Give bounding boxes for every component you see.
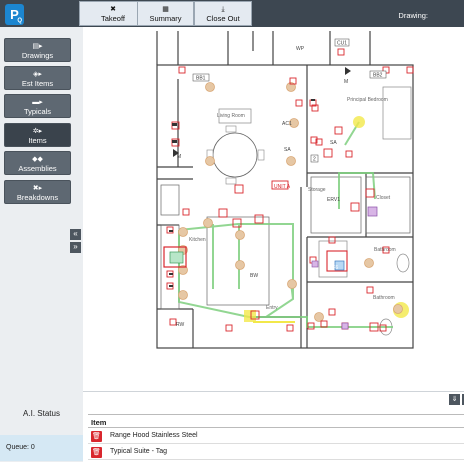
close-out-button[interactable]: ⤓ Close Out — [194, 1, 252, 26]
app-root: PQ ✖ Takeoff ▦ Summary ⤓ Close Out Drawi… — [0, 0, 464, 462]
expand-panel-button[interactable]: » — [70, 242, 81, 253]
trash-icon[interactable]: 🗑 — [91, 431, 102, 442]
tag-unit-a: UNIT A — [274, 184, 291, 190]
tag-rw: RW — [176, 322, 185, 328]
room-label-living: Living Room — [217, 113, 245, 119]
sidebar-item-typicals[interactable]: ▬▸ Typicals — [4, 94, 71, 118]
folder-icon: ▬▸ — [32, 99, 43, 106]
sidebar-item-drawings[interactable]: ▤▸ Drawings — [4, 38, 71, 62]
room-label-kitchen: Kitchen — [189, 237, 206, 243]
tag-wp: WP — [296, 46, 305, 52]
sidebar-item-assemblies[interactable]: ◆◆ Assemblies — [4, 151, 71, 175]
tag-cu1: CU1 — [337, 41, 347, 47]
items-table: Item 🗑 Range Hood Stainless Steel 🗑 Typi… — [88, 414, 464, 462]
cubes-icon: ◆◆ — [32, 156, 43, 163]
room-label-storage: Storage — [308, 187, 326, 193]
tag-m-1: M — [344, 79, 348, 85]
gear-icon: ◈▸ — [33, 71, 42, 78]
room-label-bedroom: Principal Bedroom — [347, 97, 388, 103]
tag-m-2: M — [177, 154, 181, 160]
tag-ef6: EF6 — [329, 265, 338, 271]
file-icon: ▤▸ — [32, 43, 43, 50]
sidebar: ▤▸ Drawings ◈▸ Est Items ▬▸ Typicals ✲▸ … — [0, 27, 83, 462]
gear-icon: ✲▸ — [32, 128, 43, 135]
tag-sa-1: SA — [284, 147, 291, 153]
dining-chairs — [206, 125, 265, 185]
plan-tags: CU1 WP BB1 BB2 AC1 SA SA M M BW ERV1 EF6… — [176, 38, 387, 328]
table-row[interactable]: 🗑 Range Hood Stainless Steel — [88, 428, 464, 444]
tag-bb2: BB2 — [373, 73, 383, 79]
drawing-label: Drawing: — [398, 11, 428, 20]
floor-plan[interactable]: Living Room Principal Bedroom Kitchen St… — [83, 27, 464, 407]
queue-status: Queue: 0 — [0, 435, 83, 461]
dining-table — [212, 132, 258, 178]
crossed-tools-icon: ✖▸ — [32, 185, 43, 192]
collapse-sidebar-button[interactable]: « — [70, 229, 81, 240]
table-header-item: Item — [88, 414, 464, 428]
room-label-closet: Closet — [376, 195, 391, 201]
table-row[interactable]: 🗑 Typical Suite - Tag — [88, 444, 464, 460]
room-label-bathroom-2: Bathroom — [373, 295, 395, 301]
ai-status-label: A.I. Status — [23, 409, 60, 418]
tag-sa-2: SA — [330, 140, 337, 146]
drawing-canvas[interactable]: Living Room Principal Bedroom Kitchen St… — [83, 27, 464, 407]
download-icon: ⤓ — [221, 6, 225, 13]
summary-button[interactable]: ▦ Summary — [137, 1, 194, 26]
tag-erv1: ERV1 — [327, 197, 340, 203]
top-bar: PQ ✖ Takeoff ▦ Summary ⤓ Close Out Drawi… — [0, 0, 464, 27]
sidebar-item-est-items[interactable]: ◈▸ Est Items — [4, 66, 71, 90]
tag-number-2: 2 — [313, 157, 316, 163]
sidebar-item-breakdowns[interactable]: ✖▸ Breakdowns — [4, 180, 71, 204]
device-markers[interactable] — [163, 48, 414, 332]
trash-icon[interactable]: 🗑 — [91, 447, 102, 458]
tag-bb1: BB1 — [196, 76, 206, 82]
sidebar-item-items[interactable]: ✲▸ Items — [4, 123, 71, 147]
room-label-bathroom-1: Bathroom — [374, 247, 396, 253]
calculator-icon: ▦ — [162, 6, 169, 13]
items-panel: ⇓ Item 🗑 Range Hood Stainless Steel 🗑 Ty… — [83, 391, 464, 462]
tag-ac1: AC1 — [282, 121, 292, 127]
bathtub — [318, 240, 348, 278]
bed — [382, 86, 412, 140]
panel-toggle-button[interactable]: ⇓ — [449, 394, 460, 405]
toilet — [396, 253, 410, 273]
tag-bw: BW — [250, 273, 258, 279]
app-logo: PQ — [5, 4, 24, 25]
